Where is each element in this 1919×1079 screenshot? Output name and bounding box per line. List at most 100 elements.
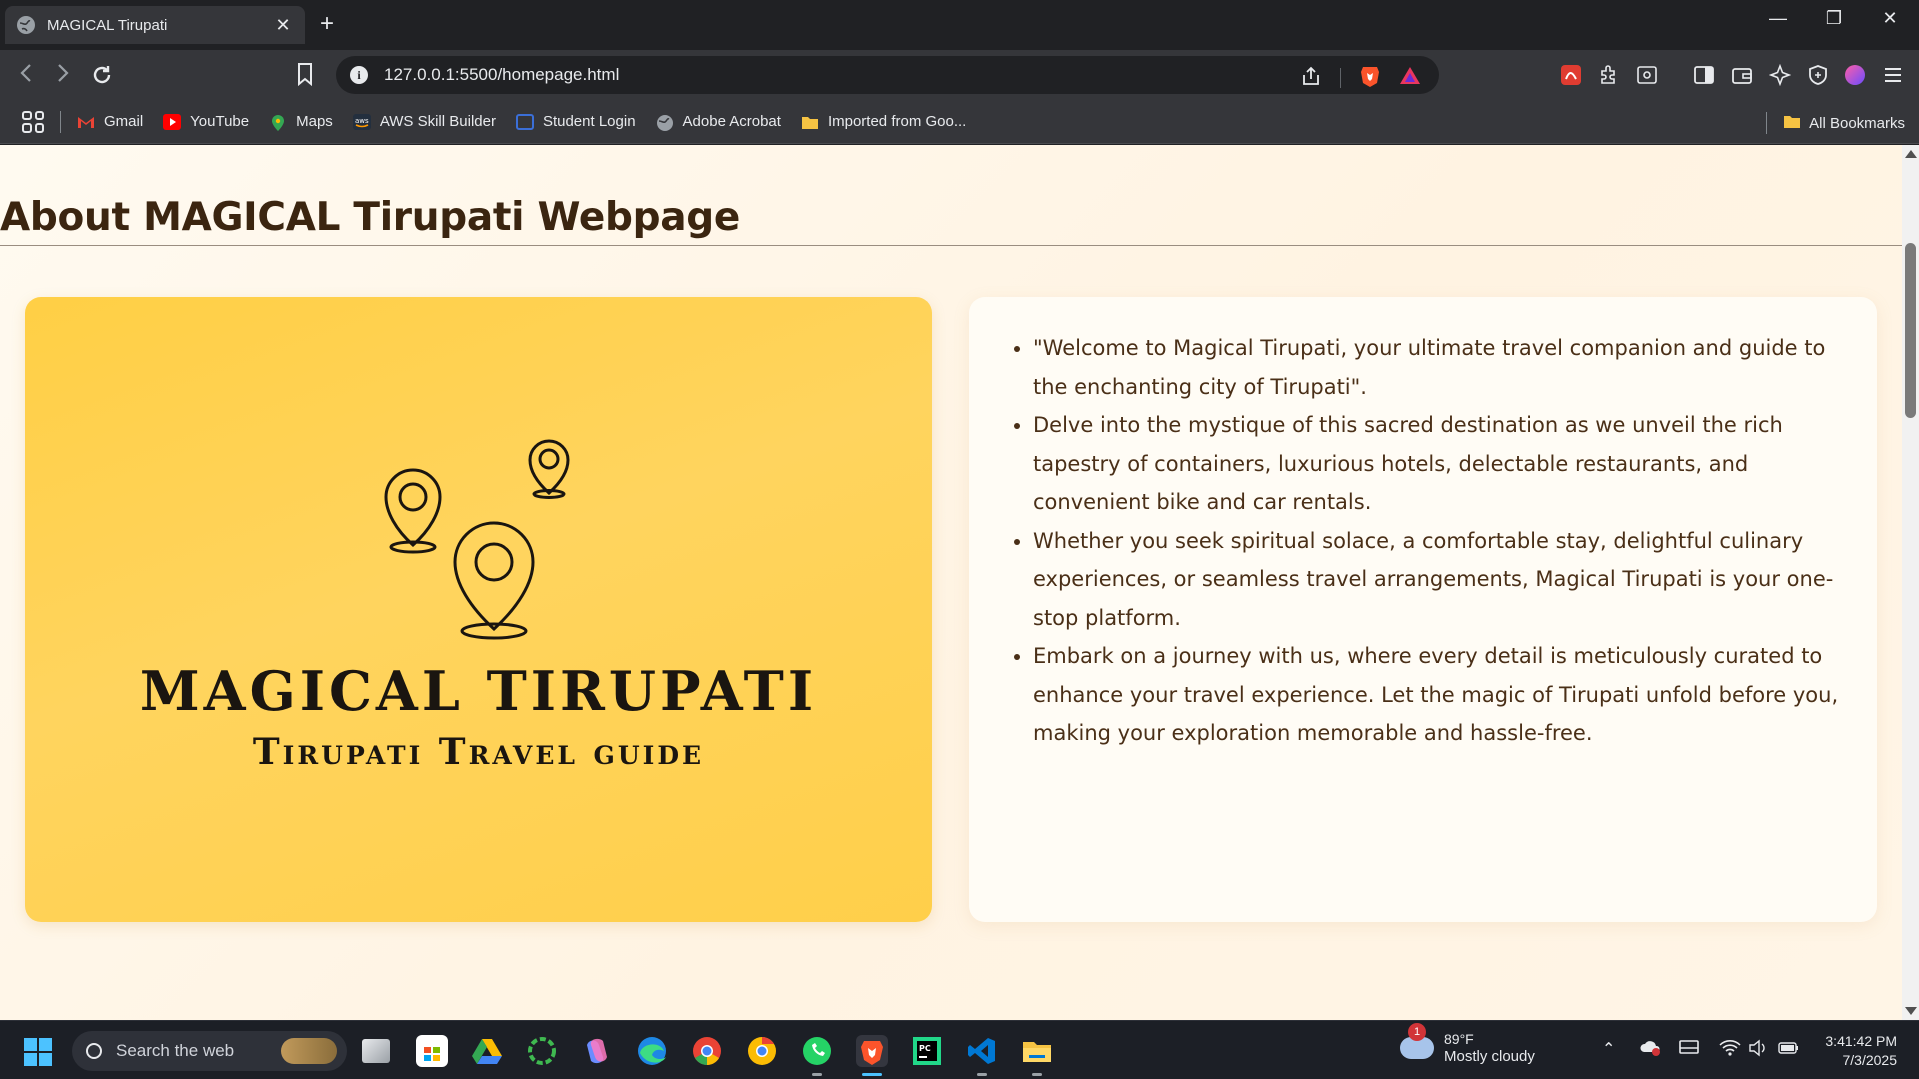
share-icon[interactable] <box>1300 65 1322 91</box>
bookmark-label: AWS Skill Builder <box>379 113 496 130</box>
task-view-icon[interactable] <box>362 1039 390 1063</box>
volume-icon[interactable] <box>1748 1039 1768 1061</box>
bookmark-gmail[interactable]: Gmail <box>77 113 143 130</box>
back-icon[interactable] <box>18 62 34 90</box>
bookmark-adobe-acrobat[interactable]: Adobe Acrobat <box>656 113 781 131</box>
whatsapp-icon[interactable] <box>801 1035 833 1067</box>
sidebar-icon[interactable] <box>1692 63 1716 87</box>
address-bar[interactable]: i 127.0.0.1:5500/homepage.html <box>336 56 1439 94</box>
about-list: "Welcome to Magical Tirupati, your ultim… <box>1001 329 1847 753</box>
all-bookmarks-button[interactable]: All Bookmarks <box>1766 112 1905 134</box>
clock-time: 3:41:42 PM <box>1825 1033 1897 1049</box>
profile-avatar-icon[interactable] <box>1843 63 1867 87</box>
loading-app-icon[interactable] <box>526 1035 558 1067</box>
bookmark-youtube[interactable]: YouTube <box>163 113 249 130</box>
pdf-extension-icon[interactable] <box>1559 63 1583 87</box>
bookmark-label: Student Login <box>542 113 636 130</box>
bookmark-imported-folder[interactable]: Imported from Goo... <box>801 113 966 130</box>
browser-toolbar: i 127.0.0.1:5500/homepage.html <box>0 50 1919 100</box>
weather-widget[interactable]: 1 89°F Mostly cloudy <box>1400 1023 1535 1066</box>
whatsapp-running-indicator <box>812 1073 822 1076</box>
edge-icon[interactable] <box>636 1035 668 1067</box>
bookmarks-divider <box>60 110 61 133</box>
chevron-up-icon[interactable]: ⌃ <box>1602 1039 1615 1058</box>
weather-condition: Mostly cloudy <box>1444 1048 1535 1065</box>
globe-icon <box>17 16 35 34</box>
brave-rewards-icon[interactable] <box>1399 65 1421 91</box>
globe-icon <box>656 114 674 131</box>
wallet-icon[interactable] <box>1730 63 1754 87</box>
chrome-profile-icon[interactable] <box>746 1035 778 1067</box>
clock-date: 7/3/2025 <box>1842 1052 1898 1068</box>
system-clock[interactable]: 3:41:42 PM 7/3/2025 <box>1825 1032 1897 1070</box>
bookmark-label: YouTube <box>190 113 250 130</box>
scroll-down-icon[interactable] <box>1905 1007 1917 1015</box>
title-divider <box>0 245 1902 246</box>
reload-icon[interactable] <box>90 63 114 93</box>
site-info-icon[interactable]: i <box>350 66 368 84</box>
menu-icon[interactable] <box>1881 63 1905 87</box>
bookmark-maps[interactable]: Maps <box>269 113 333 131</box>
apps-grid-icon[interactable] <box>22 110 44 133</box>
windows-taskbar: Search the web PC 1 89°F Mostly cloudy ⌃… <box>0 1020 1919 1079</box>
chrome-icon[interactable] <box>691 1035 723 1067</box>
list-item: Whether you seek spiritual solace, a com… <box>1033 522 1847 638</box>
forward-icon[interactable] <box>55 62 71 90</box>
logo-subtitle: Tirupati Travel guide <box>252 731 705 773</box>
display-icon[interactable] <box>1679 1039 1699 1061</box>
file-explorer-icon[interactable] <box>1021 1035 1053 1067</box>
bookmark-star-icon[interactable] <box>296 62 314 92</box>
folder-icon <box>1783 113 1801 133</box>
folder-icon <box>801 114 819 130</box>
bookmark-aws-skill-builder[interactable]: aws AWS Skill Builder <box>352 113 496 130</box>
tab-close-button[interactable]: ✕ <box>273 15 293 36</box>
bookmark-label: Adobe Acrobat <box>682 113 781 130</box>
taskbar-search[interactable]: Search the web <box>72 1031 347 1071</box>
google-drive-icon[interactable] <box>471 1035 503 1067</box>
copilot-icon[interactable] <box>581 1035 613 1067</box>
vscode-icon[interactable] <box>966 1035 998 1067</box>
tab-title: MAGICAL Tirupati <box>47 16 168 34</box>
window-close-icon[interactable]: ✕ <box>1875 8 1905 29</box>
weather-temperature: 89°F <box>1444 1031 1474 1047</box>
page-title: About MAGICAL Tirupati Webpage <box>0 195 741 240</box>
microsoft-store-icon[interactable] <box>416 1035 448 1067</box>
bookmarks-divider <box>1766 112 1768 134</box>
new-tab-button[interactable]: + <box>320 10 334 38</box>
weather-notification-badge: 1 <box>1408 1023 1426 1041</box>
search-highlight-icon <box>281 1038 337 1064</box>
youtube-icon <box>163 113 182 130</box>
restore-icon[interactable]: ❐ <box>1819 8 1849 29</box>
wifi-icon[interactable] <box>1719 1039 1741 1061</box>
onedrive-error-icon[interactable] <box>1640 1039 1662 1061</box>
scroll-up-icon[interactable] <box>1905 150 1917 158</box>
browser-tab-active[interactable]: MAGICAL Tirupati ✕ <box>5 6 305 44</box>
page-viewport: About MAGICAL Tirupati Webpage MAGICAL T… <box>0 145 1902 1020</box>
battery-icon[interactable] <box>1778 1039 1800 1061</box>
cloudy-weather-icon: 1 <box>1400 1023 1434 1059</box>
student-login-icon <box>515 113 534 130</box>
minimize-icon[interactable]: — <box>1763 8 1793 29</box>
windows-start-icon[interactable] <box>24 1038 52 1066</box>
all-bookmarks-label: All Bookmarks <box>1809 114 1905 132</box>
list-item: Delve into the mystique of this sacred d… <box>1033 406 1847 522</box>
brave-active-indicator <box>862 1073 882 1076</box>
address-url[interactable]: 127.0.0.1:5500/homepage.html <box>384 65 619 85</box>
about-text-card: "Welcome to Magical Tirupati, your ultim… <box>969 297 1877 922</box>
extensions-icon[interactable] <box>1597 63 1621 87</box>
list-item: Embark on a journey with us, where every… <box>1033 637 1847 753</box>
leo-ai-icon[interactable] <box>1768 63 1792 87</box>
page-scrollbar[interactable] <box>1902 145 1919 1020</box>
logo-card: MAGICAL TIRUPATI Tirupati Travel guide <box>25 297 932 922</box>
brave-shields-icon[interactable] <box>1359 64 1381 92</box>
bookmark-student-login[interactable]: Student Login <box>515 113 636 130</box>
vpn-icon[interactable] <box>1806 63 1830 87</box>
brave-browser-icon[interactable] <box>856 1035 888 1067</box>
reader-mode-icon[interactable] <box>1635 63 1659 87</box>
location-pins-icon <box>384 439 570 640</box>
vscode-running-indicator <box>977 1073 987 1076</box>
bookmark-label: Maps <box>296 113 333 130</box>
pycharm-icon[interactable]: PC <box>911 1035 943 1067</box>
scrollbar-thumb[interactable] <box>1905 243 1916 418</box>
svg-text:aws: aws <box>355 117 369 125</box>
